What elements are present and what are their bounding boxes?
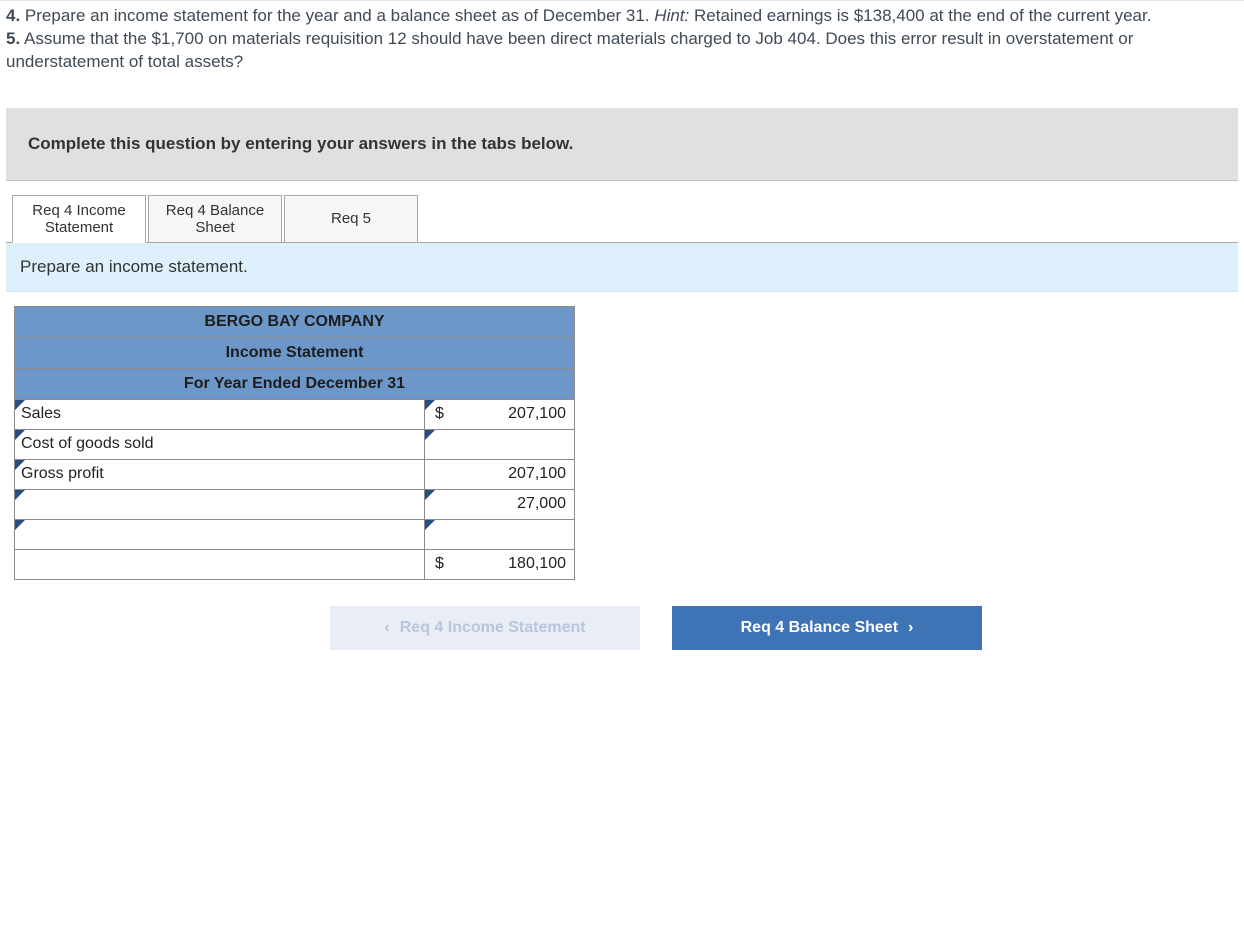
chevron-left-icon: ‹: [384, 619, 389, 637]
row-amount-input[interactable]: $207,100: [425, 399, 575, 429]
income-statement-table: BERGO BAY COMPANY Income Statement For Y…: [14, 306, 575, 580]
chevron-right-icon: ›: [908, 619, 913, 637]
company-name: BERGO BAY COMPANY: [15, 306, 575, 337]
tab-label: Req 4 Income: [32, 202, 125, 219]
q4-part-b: Retained earnings is $138,400 at the end…: [694, 6, 1151, 25]
row-amount-cell: 207,100: [425, 459, 575, 489]
tab-label: Sheet: [195, 219, 234, 236]
tab-label: Statement: [45, 219, 113, 236]
row-label-cell: [15, 549, 425, 579]
row-amount-input[interactable]: [425, 519, 575, 549]
row-label-input[interactable]: [15, 519, 425, 549]
prev-button[interactable]: ‹ Req 4 Income Statement: [330, 606, 640, 650]
row-label-input[interactable]: Gross profit: [15, 459, 425, 489]
tab-req4-balance-sheet[interactable]: Req 4 Balance Sheet: [148, 195, 282, 243]
hint-label: Hint:: [654, 6, 689, 25]
q4-number: 4.: [6, 6, 20, 25]
nav-buttons: ‹ Req 4 Income Statement Req 4 Balance S…: [306, 606, 1006, 650]
prev-label: Req 4 Income Statement: [400, 619, 586, 637]
tab-req4-income-statement[interactable]: Req 4 Income Statement: [12, 195, 146, 243]
next-label: Req 4 Balance Sheet: [741, 619, 898, 637]
tab-req5[interactable]: Req 5: [284, 195, 418, 243]
row-label-input[interactable]: Cost of goods sold: [15, 429, 425, 459]
row-label-input[interactable]: Sales: [15, 399, 425, 429]
q5-number: 5.: [6, 29, 20, 48]
q5-text: Assume that the $1,700 on materials requ…: [6, 29, 1133, 71]
question-text: 4. Prepare an income statement for the y…: [0, 0, 1244, 92]
statement-title: Income Statement: [15, 337, 575, 368]
tab-label: Req 5: [331, 210, 371, 227]
q4-part-a: Prepare an income statement for the year…: [25, 6, 654, 25]
tabs: Req 4 Income Statement Req 4 Balance She…: [6, 181, 1238, 243]
statement-period: For Year Ended December 31: [15, 368, 575, 399]
tab-label: Req 4 Balance: [166, 202, 264, 219]
next-button[interactable]: Req 4 Balance Sheet ›: [672, 606, 982, 650]
row-amount-cell: $180,100: [425, 549, 575, 579]
row-amount-input[interactable]: 27,000: [425, 489, 575, 519]
row-amount-input[interactable]: [425, 429, 575, 459]
panel-prompt: Prepare an income statement.: [6, 243, 1238, 292]
row-label-input[interactable]: [15, 489, 425, 519]
instruction-bar: Complete this question by entering your …: [6, 108, 1238, 180]
